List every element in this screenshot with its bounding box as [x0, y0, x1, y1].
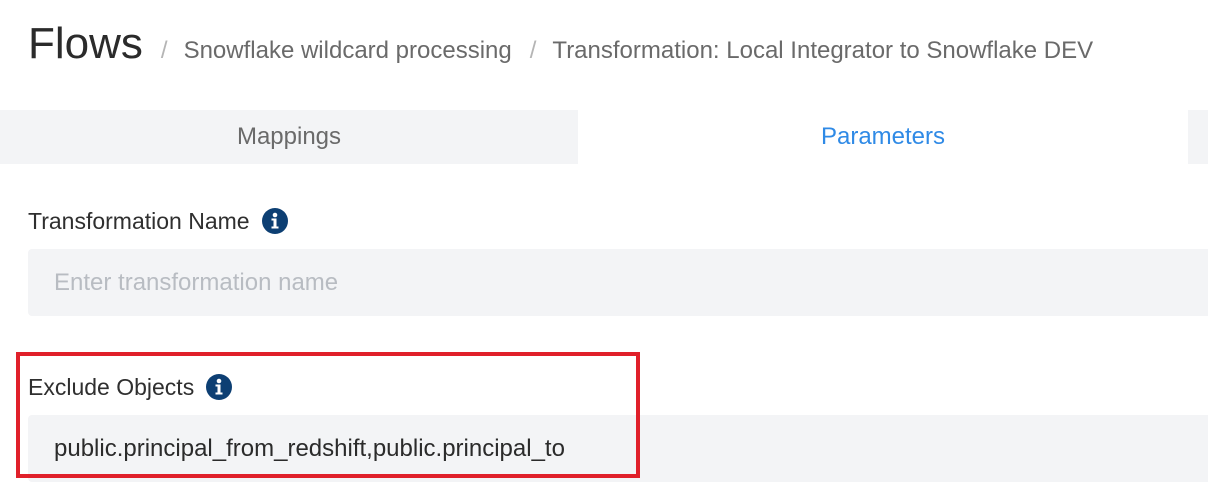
breadcrumb-item-transformation: Transformation: Local Integrator to Snow… — [552, 37, 1094, 64]
breadcrumb-separator: / — [160, 37, 168, 64]
exclude-objects-label: Exclude Objects — [28, 373, 195, 400]
transformation-name-input[interactable] — [28, 249, 1208, 316]
breadcrumb-separator: / — [529, 37, 537, 64]
transformation-name-label-row: Transformation Name — [28, 204, 288, 238]
tab-bar: Mappings Parameters — [0, 110, 1208, 164]
info-icon[interactable] — [261, 208, 288, 234]
breadcrumb-root-flows[interactable]: Flows — [28, 14, 143, 74]
breadcrumb-item-flow[interactable]: Snowflake wildcard processing — [184, 37, 512, 65]
exclude-objects-label-row: Exclude Objects — [28, 370, 233, 404]
breadcrumb: Flows / Snowflake wildcard processing / … — [28, 14, 1093, 74]
tab-parameters[interactable]: Parameters — [578, 110, 1188, 164]
tab-mappings[interactable]: Mappings — [0, 110, 578, 164]
page: Flows / Snowflake wildcard processing / … — [0, 0, 1208, 494]
info-icon[interactable] — [206, 374, 233, 400]
transformation-name-label: Transformation Name — [28, 207, 250, 234]
exclude-objects-input[interactable] — [28, 415, 1208, 482]
